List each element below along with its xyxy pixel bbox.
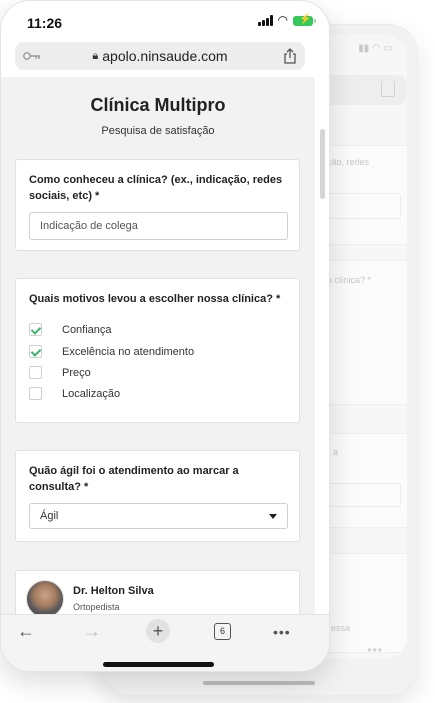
- signal-icon: [257, 15, 273, 26]
- question-label: Quão ágil foi o atendimento ao marcar a …: [29, 465, 239, 493]
- status-time: 11:26: [27, 15, 63, 31]
- more-icon[interactable]: •••: [273, 624, 291, 640]
- background-select: [323, 483, 401, 507]
- page-subtitle: Pesquisa de satisfação: [101, 125, 215, 137]
- survey-page[interactable]: Clínica Multipro Pesquisa de satisfação …: [1, 77, 315, 614]
- doctor-specialty: Ortopedista: [73, 602, 120, 612]
- scrollbar[interactable]: [320, 129, 325, 199]
- background-text: a: [333, 447, 339, 457]
- question-label: Como conheceu a clínica? (ex., indicação…: [29, 174, 283, 202]
- status-bar: 11:26 ◠ ⚡: [1, 1, 329, 41]
- option-label: Excelência no atendimento: [62, 345, 195, 358]
- avatar: [26, 580, 64, 614]
- tabs-icon[interactable]: 6: [214, 623, 231, 640]
- option-preco[interactable]: Preço: [29, 366, 91, 379]
- agility-select[interactable]: Ágil: [29, 503, 288, 529]
- arrow-left-icon[interactable]: ←: [17, 621, 35, 642]
- option-localizacao[interactable]: Localização: [29, 387, 120, 400]
- question-card-agility: Quão ágil foi o atendimento ao marcar a …: [15, 450, 300, 542]
- key-icon[interactable]: [23, 50, 41, 62]
- question-label: Quais motivos levou a escolher nossa clí…: [29, 293, 281, 305]
- home-indicator[interactable]: [103, 662, 214, 667]
- wifi-icon: ◠: [277, 13, 288, 27]
- url-text: apolo.ninsaude.com: [102, 48, 228, 64]
- question-card-reasons: Quais motivos levou a escolher nossa clí…: [15, 278, 300, 423]
- phone-frame: 11:26 ◠ ⚡ 🔒︎ apolo.ninsaude.com Clínica …: [0, 0, 330, 672]
- question-card-origin: Como conheceu a clínica? (ex., indicação…: [15, 159, 300, 251]
- option-label: Preço: [62, 366, 91, 379]
- select-value: Ágil: [40, 510, 59, 522]
- option-label: Localização: [62, 387, 121, 400]
- background-text: a clínica? *: [327, 275, 372, 285]
- background-text: ção, redes: [327, 157, 370, 167]
- background-status-icons: ▮▮ ◠ ▭: [358, 43, 393, 54]
- checkbox-checked[interactable]: [29, 345, 42, 358]
- checkbox-unchecked[interactable]: [29, 366, 42, 379]
- background-share-icon: [381, 81, 395, 97]
- background-more-icon: •••: [367, 643, 383, 657]
- option-excelencia[interactable]: Excelência no atendimento: [29, 345, 194, 358]
- background-text: essa: [331, 623, 351, 633]
- option-label: Confiança: [62, 323, 112, 336]
- checkbox-checked[interactable]: [29, 323, 42, 336]
- doctor-name: Dr. Helton Silva: [73, 585, 154, 597]
- background-home-indicator: [203, 681, 315, 685]
- checkbox-unchecked[interactable]: [29, 387, 42, 400]
- arrow-right-icon[interactable]: →: [83, 621, 101, 642]
- plus-icon[interactable]: +: [146, 619, 170, 643]
- background-card: [319, 553, 407, 653]
- option-confianca[interactable]: Confiança: [29, 323, 112, 336]
- lock-icon: 🔒︎: [92, 49, 99, 62]
- browser-toolbar: ← → + 6 •••: [1, 614, 329, 671]
- background-input: [323, 193, 401, 219]
- status-icons: ◠ ⚡: [257, 13, 316, 27]
- page-title: Clínica Multipro: [90, 95, 226, 115]
- address-bar[interactable]: 🔒︎ apolo.ninsaude.com: [15, 42, 305, 70]
- share-icon[interactable]: [283, 48, 297, 64]
- doctor-card: Dr. Helton Silva Ortopedista: [15, 570, 300, 614]
- battery-icon: ⚡: [293, 14, 316, 26]
- origin-text-input[interactable]: Indicação de colega: [29, 212, 288, 240]
- chevron-down-icon: [269, 513, 277, 519]
